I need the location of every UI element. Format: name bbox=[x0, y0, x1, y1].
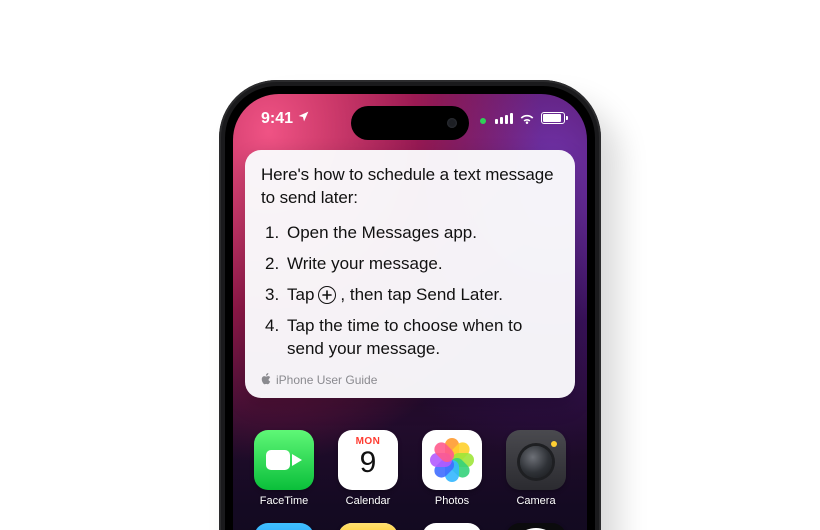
cellular-signal-icon bbox=[495, 113, 513, 124]
tip-title: Here's how to schedule a text message to… bbox=[261, 164, 559, 210]
calendar-day: 9 bbox=[338, 446, 398, 480]
plus-circle-icon bbox=[318, 286, 336, 304]
app-reminders[interactable]: Reminders bbox=[419, 523, 485, 530]
front-camera-icon bbox=[447, 118, 457, 128]
camera-icon bbox=[506, 430, 566, 490]
iphone-frame: 9:41 Here's how to schedule a tex bbox=[219, 80, 601, 530]
calendar-icon: MON 9 bbox=[338, 430, 398, 490]
tip-step-1: Open the Messages app. bbox=[263, 218, 559, 249]
dynamic-island bbox=[351, 106, 469, 140]
reminders-icon bbox=[422, 523, 482, 530]
app-label: Photos bbox=[435, 495, 469, 507]
app-row-2: Mail Notes bbox=[251, 523, 569, 530]
siri-tip-card[interactable]: Here's how to schedule a text message to… bbox=[245, 150, 575, 398]
app-calendar[interactable]: MON 9 Calendar bbox=[335, 430, 401, 507]
tip-source: iPhone User Guide bbox=[261, 373, 559, 388]
wifi-icon bbox=[519, 112, 535, 124]
tip-step-2: Write your message. bbox=[263, 249, 559, 280]
tip-steps: Open the Messages app. Write your messag… bbox=[261, 218, 559, 365]
app-facetime[interactable]: FaceTime bbox=[251, 430, 317, 507]
tip-step-3: Tap , then tap Send Later. bbox=[263, 280, 559, 311]
app-label: Camera bbox=[516, 495, 555, 507]
app-notes[interactable]: Notes bbox=[335, 523, 401, 530]
app-clock[interactable]: Clock bbox=[503, 523, 569, 530]
notes-icon bbox=[338, 523, 398, 530]
apple-logo-icon bbox=[261, 373, 271, 388]
app-mail[interactable]: Mail bbox=[251, 523, 317, 530]
mail-icon bbox=[254, 523, 314, 530]
app-label: FaceTime bbox=[260, 495, 309, 507]
status-time: 9:41 bbox=[261, 110, 293, 128]
app-row-1: FaceTime MON 9 Calendar bbox=[251, 430, 569, 507]
battery-icon bbox=[541, 112, 565, 124]
iphone-screen: 9:41 Here's how to schedule a tex bbox=[233, 94, 587, 530]
tip-step-4: Tap the time to choose when to send your… bbox=[263, 311, 559, 365]
facetime-icon bbox=[254, 430, 314, 490]
photos-icon bbox=[422, 430, 482, 490]
tip-source-label: iPhone User Guide bbox=[276, 373, 377, 387]
app-label: Calendar bbox=[346, 495, 391, 507]
camera-indicator-dot bbox=[480, 118, 486, 124]
app-photos[interactable]: Photos bbox=[419, 430, 485, 507]
clock-icon bbox=[506, 523, 566, 530]
location-icon bbox=[297, 110, 310, 128]
app-camera[interactable]: Camera bbox=[503, 430, 569, 507]
home-apps: FaceTime MON 9 Calendar bbox=[233, 430, 587, 530]
status-bar: 9:41 bbox=[233, 94, 587, 142]
